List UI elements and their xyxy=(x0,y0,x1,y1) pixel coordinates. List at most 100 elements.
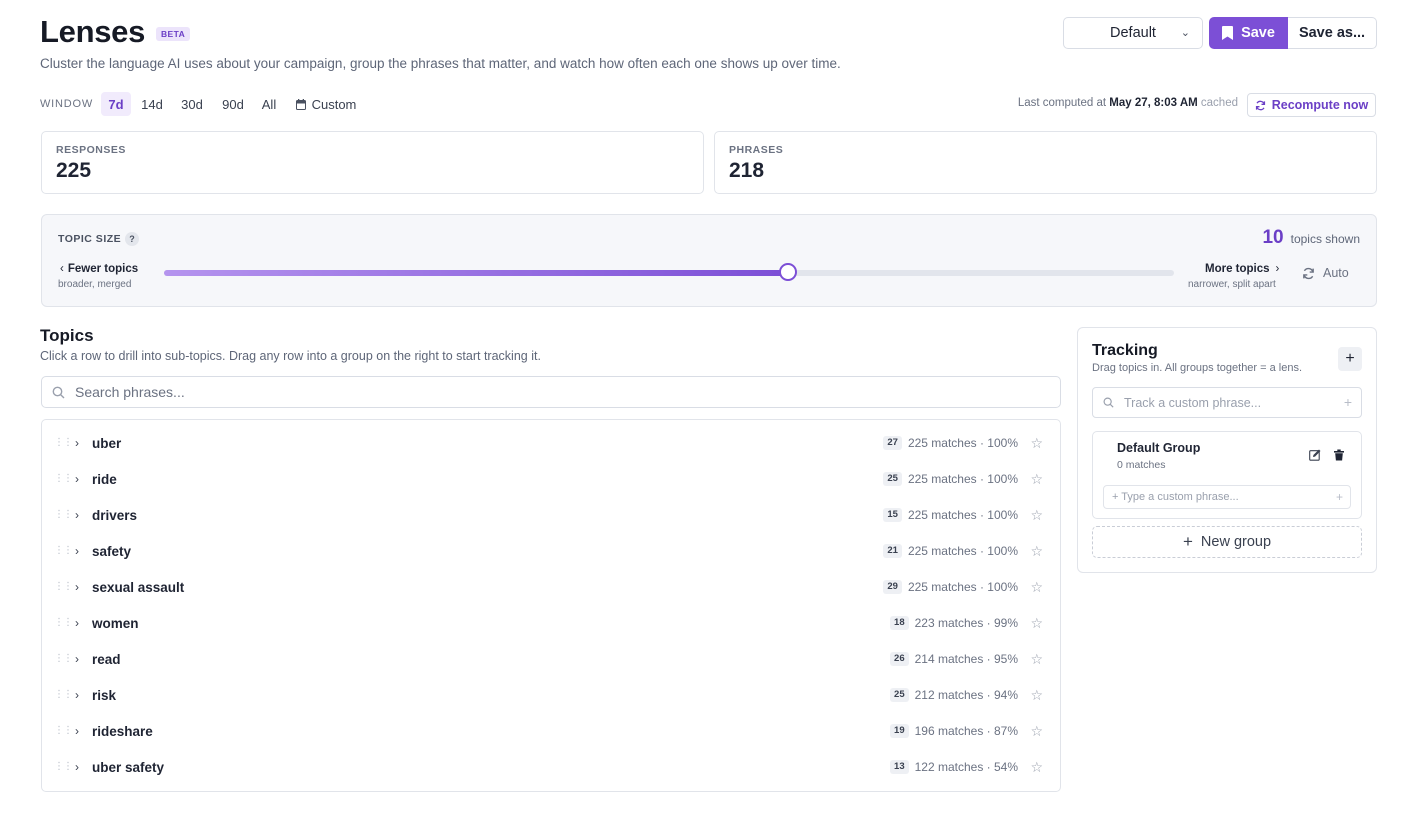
group-matches: 0 matches xyxy=(1117,459,1166,471)
topic-row[interactable]: ⋮⋮ › read 26 214 matches · 95% ☆ xyxy=(42,642,1060,678)
star-icon[interactable]: ☆ xyxy=(1030,759,1043,776)
preset-select[interactable]: Default ⌄ xyxy=(1063,17,1203,49)
topic-row[interactable]: ⋮⋮ › safety 21 225 matches · 100% ☆ xyxy=(42,534,1060,570)
star-icon[interactable]: ☆ xyxy=(1030,615,1043,632)
chevron-right-icon[interactable]: › xyxy=(75,652,79,666)
custom-label: Custom xyxy=(311,96,357,112)
topic-row[interactable]: ⋮⋮ › ride 25 225 matches · 100% ☆ xyxy=(42,462,1060,498)
cached-label: cached xyxy=(1200,97,1238,109)
search-icon xyxy=(52,386,65,398)
phrase-count-badge: 26 xyxy=(890,652,909,666)
window-label: WINDOW xyxy=(40,98,94,110)
new-group-label: New group xyxy=(1200,534,1272,550)
topic-name: ride xyxy=(92,472,117,487)
window-option-30d[interactable]: 30d xyxy=(175,92,209,116)
topics-shown-label: topics shown xyxy=(1290,232,1360,246)
add-group-button[interactable]: + xyxy=(1338,347,1362,371)
window-option-90d[interactable]: 90d xyxy=(216,92,250,116)
topic-row[interactable]: ⋮⋮ › uber safety 13 122 matches · 54% ☆ xyxy=(42,750,1060,786)
topic-name: risk xyxy=(92,688,117,703)
chevron-right-icon[interactable]: › xyxy=(75,724,79,738)
window-option-14d[interactable]: 14d xyxy=(137,92,167,116)
custom-phrase-input[interactable] xyxy=(1124,395,1324,410)
topic-matches: 223 matches · 99% xyxy=(914,616,1018,630)
drag-handle-icon[interactable]: ⋮⋮ xyxy=(54,690,73,700)
chevron-right-icon[interactable]: › xyxy=(75,688,79,702)
drag-handle-icon[interactable]: ⋮⋮ xyxy=(54,762,73,772)
star-icon[interactable]: ☆ xyxy=(1030,579,1043,596)
chevron-right-icon[interactable]: › xyxy=(75,472,79,486)
drag-handle-icon[interactable]: ⋮⋮ xyxy=(54,546,73,556)
more-topics-button[interactable]: More topics › xyxy=(1205,263,1279,275)
topic-size-slider[interactable] xyxy=(164,270,1174,276)
new-group-button[interactable]: + New group xyxy=(1092,526,1362,558)
star-icon[interactable]: ☆ xyxy=(1030,687,1043,704)
chevron-right-icon[interactable]: › xyxy=(75,544,79,558)
responses-label: RESPONSES xyxy=(56,144,126,156)
topic-row[interactable]: ⋮⋮ › rideshare 19 196 matches · 87% ☆ xyxy=(42,714,1060,750)
chevron-right-icon[interactable]: › xyxy=(75,616,79,630)
topic-name: women xyxy=(92,616,139,631)
star-icon[interactable]: ☆ xyxy=(1030,543,1043,560)
phrase-count-badge: 27 xyxy=(883,436,902,450)
last-computed: Last computed at May 27, 8:03 AM cached xyxy=(1018,97,1238,109)
last-computed-time: May 27, 8:03 AM xyxy=(1109,97,1198,109)
drag-handle-icon[interactable]: ⋮⋮ xyxy=(54,654,73,664)
phrases-card: PHRASES 218 xyxy=(714,131,1377,194)
star-icon[interactable]: ☆ xyxy=(1030,507,1043,524)
drag-handle-icon[interactable]: ⋮⋮ xyxy=(54,582,73,592)
custom-phrase-bar: + xyxy=(1092,387,1362,418)
topic-name: sexual assault xyxy=(92,580,185,595)
fewer-topics-button[interactable]: ‹ Fewer topics xyxy=(60,263,138,275)
topic-matches: 225 matches · 100% xyxy=(907,472,1018,486)
drag-handle-icon[interactable]: ⋮⋮ xyxy=(54,726,73,736)
window-option-all[interactable]: All xyxy=(257,92,281,116)
window-option-7d[interactable]: 7d xyxy=(101,92,131,116)
window-option-custom[interactable]: Custom xyxy=(291,92,361,116)
trash-icon[interactable] xyxy=(1333,449,1345,461)
star-icon[interactable]: ☆ xyxy=(1030,471,1043,488)
search-input[interactable] xyxy=(75,384,975,400)
topic-row[interactable]: ⋮⋮ › uber 27 225 matches · 100% ☆ xyxy=(42,426,1060,462)
topic-row[interactable]: ⋮⋮ › women 18 223 matches · 99% ☆ xyxy=(42,606,1060,642)
last-computed-label: Last computed at xyxy=(1017,97,1107,109)
topic-name: drivers xyxy=(92,508,138,523)
drag-handle-icon[interactable]: ⋮⋮ xyxy=(54,618,73,628)
recompute-label: Recompute now xyxy=(1271,98,1369,112)
search-icon xyxy=(1103,397,1114,408)
topic-stats: 25 212 matches · 94% xyxy=(890,688,1018,702)
group-name: Default Group xyxy=(1117,441,1201,455)
topic-matches: 225 matches · 100% xyxy=(907,544,1018,558)
chevron-right-icon[interactable]: › xyxy=(75,760,79,774)
star-icon[interactable]: ☆ xyxy=(1030,723,1043,740)
responses-value: 225 xyxy=(56,159,92,182)
help-icon[interactable]: ? xyxy=(125,232,139,246)
group-phrase-input[interactable] xyxy=(1112,491,1322,503)
drag-handle-icon[interactable]: ⋮⋮ xyxy=(54,438,73,448)
topic-matches: 196 matches · 87% xyxy=(914,724,1018,738)
chevron-right-icon[interactable]: › xyxy=(75,580,79,594)
preset-select-value: Default xyxy=(1110,25,1156,41)
save-button[interactable]: Save xyxy=(1209,17,1288,49)
phrases-label: PHRASES xyxy=(729,144,784,156)
chevron-down-icon: ⌄ xyxy=(1180,27,1190,39)
plus-icon[interactable]: + xyxy=(1344,394,1352,410)
plus-icon[interactable]: + xyxy=(1336,490,1343,504)
topics-shown: 10 topics shown xyxy=(1262,227,1360,249)
topic-stats: 29 225 matches · 100% xyxy=(883,580,1018,594)
chevron-right-icon[interactable]: › xyxy=(75,436,79,450)
drag-handle-icon[interactable]: ⋮⋮ xyxy=(54,510,73,520)
drag-handle-icon[interactable]: ⋮⋮ xyxy=(54,474,73,484)
edit-icon[interactable] xyxy=(1309,449,1321,461)
star-icon[interactable]: ☆ xyxy=(1030,435,1043,452)
save-button-group: Save Save as... xyxy=(1209,17,1377,49)
topic-row[interactable]: ⋮⋮ › risk 25 212 matches · 94% ☆ xyxy=(42,678,1060,714)
save-as-button[interactable]: Save as... xyxy=(1288,17,1377,49)
topic-row[interactable]: ⋮⋮ › sexual assault 29 225 matches · 100% ☆ xyxy=(42,570,1060,606)
auto-button[interactable]: Auto xyxy=(1302,266,1349,280)
topic-size-label: TOPIC SIZE xyxy=(58,233,122,245)
star-icon[interactable]: ☆ xyxy=(1030,651,1043,668)
recompute-button[interactable]: Recompute now xyxy=(1247,93,1376,117)
chevron-right-icon[interactable]: › xyxy=(75,508,79,522)
topic-row[interactable]: ⋮⋮ › drivers 15 225 matches · 100% ☆ xyxy=(42,498,1060,534)
